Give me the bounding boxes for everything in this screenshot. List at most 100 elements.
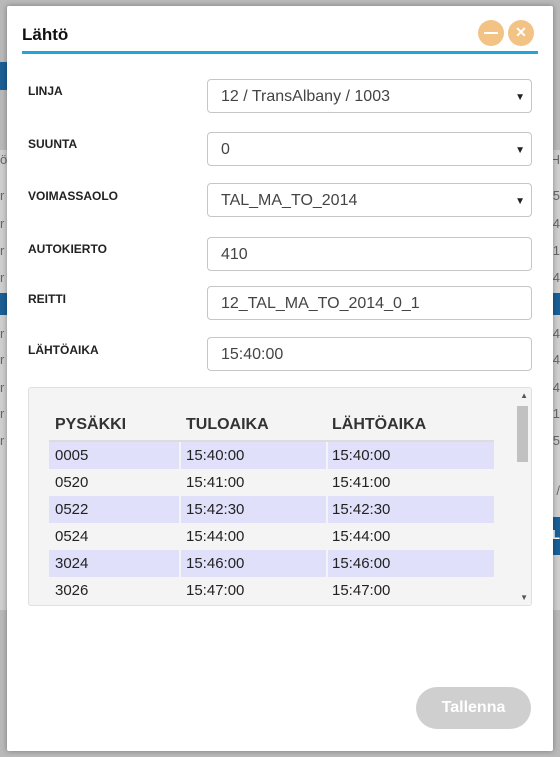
suunta-select[interactable]: 0 ▼ — [207, 132, 532, 166]
background-right-text: 1 — [552, 243, 560, 258]
close-button[interactable]: ✕ — [508, 20, 534, 46]
autokierto-input[interactable]: 410 — [207, 237, 532, 271]
autokierto-label: AUTOKIERTO — [28, 242, 107, 256]
background-left-text: r — [0, 352, 5, 367]
suunta-value: 0 — [221, 141, 230, 158]
form-row-autokierto: AUTOKIERTO 410 — [28, 237, 532, 276]
linja-select[interactable]: 12 / TransAlbany / 1003 ▼ — [207, 79, 532, 113]
column-divider — [326, 550, 328, 577]
background-left-text: r — [0, 270, 5, 285]
scrollbar-thumb[interactable] — [517, 406, 528, 462]
form-row-suunta: SUUNTA 0 ▼ — [28, 132, 532, 171]
table-row[interactable]: 0522 15:42:30 15:42:30 — [49, 496, 494, 523]
background-selected-row-right — [552, 293, 560, 315]
table-row[interactable]: 0005 15:40:00 15:40:00 — [49, 442, 494, 469]
background-right-text: 4 — [552, 326, 560, 341]
table-row[interactable]: 0524 15:44:00 15:44:00 — [49, 523, 494, 550]
autokierto-value: 410 — [221, 246, 248, 263]
form-row-voimassaolo: VOIMASSAOLO TAL_MA_TO_2014 ▼ — [28, 183, 532, 223]
linja-value: 12 / TransAlbany / 1003 — [221, 88, 390, 105]
background-left-text: r — [0, 243, 5, 258]
dialog-title: Lähtö — [22, 25, 69, 44]
column-divider — [179, 496, 181, 523]
voimassaolo-value: TAL_MA_TO_2014 — [221, 192, 358, 209]
stops-table-panel[interactable]: PYSÄKKI TULOAIKA LÄHTÖAIKA 0005 15:40:00… — [28, 387, 532, 606]
background-left-text: r — [0, 433, 5, 448]
chevron-down-icon: ▼ — [515, 92, 525, 103]
form-row-linja: LINJA 12 / TransAlbany / 1003 ▼ — [28, 79, 532, 118]
table-row[interactable]: 3026 15:47:00 15:47:00 — [49, 577, 494, 604]
background-left-text: r — [0, 188, 5, 203]
departure-time-cell: 15:47:00 — [332, 582, 391, 599]
scroll-down-icon[interactable]: ▼ — [520, 593, 528, 602]
table-header-row: PYSÄKKI TULOAIKA LÄHTÖAIKA — [49, 406, 494, 442]
stop-id-cell: 0005 — [55, 447, 89, 464]
column-divider — [179, 577, 181, 604]
voimassaolo-select[interactable]: TAL_MA_TO_2014 ▼ — [207, 183, 532, 217]
table-row[interactable]: 0520 15:41:00 15:41:00 — [49, 469, 494, 496]
background-right-text: 5 — [552, 433, 560, 448]
column-divider — [326, 577, 328, 604]
reitti-value: 12_TAL_MA_TO_2014_0_1 — [221, 295, 420, 312]
column-divider — [179, 442, 181, 469]
arrival-time-cell: 15:47:00 — [186, 582, 245, 599]
background-right-text: 4 — [552, 352, 560, 367]
column-divider — [326, 469, 328, 496]
column-header-lahtoaika[interactable]: LÄHTÖAIKA — [332, 416, 426, 434]
departure-time-cell: 15:40:00 — [332, 447, 391, 464]
background-right-text: L — [552, 527, 560, 542]
save-button[interactable]: Tallenna — [416, 687, 531, 729]
lahtoaika-label: LÄHTÖAIKA — [28, 343, 99, 357]
arrival-time-cell: 15:46:00 — [186, 555, 245, 572]
reitti-label: REITTI — [28, 292, 66, 306]
voimassaolo-label: VOIMASSAOLO — [28, 189, 119, 203]
background-left-text: r — [0, 326, 5, 341]
column-divider — [179, 469, 181, 496]
column-divider — [179, 523, 181, 550]
table-row[interactable]: 3024 15:46:00 15:46:00 — [49, 550, 494, 577]
arrival-time-cell: 15:42:30 — [186, 501, 245, 518]
background-right-text: 1 — [552, 406, 560, 421]
background-right-text: 4 — [552, 270, 560, 285]
column-divider — [326, 523, 328, 550]
column-header-pysakki[interactable]: PYSÄKKI — [55, 416, 126, 434]
background-left-text: r — [0, 216, 5, 231]
dialog-header: Lähtö ✕ — [22, 6, 538, 54]
column-header-tuloaika[interactable]: TULOAIKA — [186, 416, 269, 434]
linja-label: LINJA — [28, 84, 63, 98]
departure-time-cell: 15:46:00 — [332, 555, 391, 572]
stop-id-cell: 0520 — [55, 474, 89, 491]
background-right-text: 5 — [552, 188, 560, 203]
close-icon: ✕ — [515, 24, 527, 40]
chevron-down-icon: ▼ — [515, 145, 525, 156]
column-divider — [326, 442, 328, 469]
background-left-text: r — [0, 380, 5, 395]
departure-time-cell: 15:41:00 — [332, 474, 391, 491]
suunta-label: SUUNTA — [28, 137, 78, 151]
minimize-button[interactable] — [478, 20, 504, 46]
departure-time-cell: 15:44:00 — [332, 528, 391, 545]
form-row-lahtoaika: LÄHTÖAIKA 15:40:00 — [28, 337, 532, 377]
departure-dialog: Lähtö ✕ LINJA 12 / TransAlbany / 1003 ▼ … — [7, 6, 553, 751]
chevron-down-icon: ▼ — [515, 196, 525, 207]
background-right-text: 4 — [552, 216, 560, 231]
stop-id-cell: 3024 — [55, 555, 89, 572]
stops-table: PYSÄKKI TULOAIKA LÄHTÖAIKA 0005 15:40:00… — [49, 406, 494, 604]
lahtoaika-input[interactable]: 15:40:00 — [207, 337, 532, 371]
background-left-text: r — [0, 406, 5, 421]
scroll-up-icon[interactable]: ▲ — [520, 391, 528, 400]
reitti-input[interactable]: 12_TAL_MA_TO_2014_0_1 — [207, 286, 532, 320]
background-right-text: / — [556, 483, 560, 498]
arrival-time-cell: 15:41:00 — [186, 474, 245, 491]
lahtoaika-value: 15:40:00 — [221, 346, 284, 363]
column-divider — [326, 496, 328, 523]
background-right-text: 4 — [552, 380, 560, 395]
arrival-time-cell: 15:44:00 — [186, 528, 245, 545]
table-scrollbar[interactable]: ▲ ▼ — [515, 388, 531, 605]
stop-id-cell: 0524 — [55, 528, 89, 545]
stop-id-cell: 0522 — [55, 501, 89, 518]
arrival-time-cell: 15:40:00 — [186, 447, 245, 464]
column-divider — [179, 550, 181, 577]
form-row-reitti: REITTI 12_TAL_MA_TO_2014_0_1 — [28, 286, 532, 326]
stop-id-cell: 3026 — [55, 582, 89, 599]
